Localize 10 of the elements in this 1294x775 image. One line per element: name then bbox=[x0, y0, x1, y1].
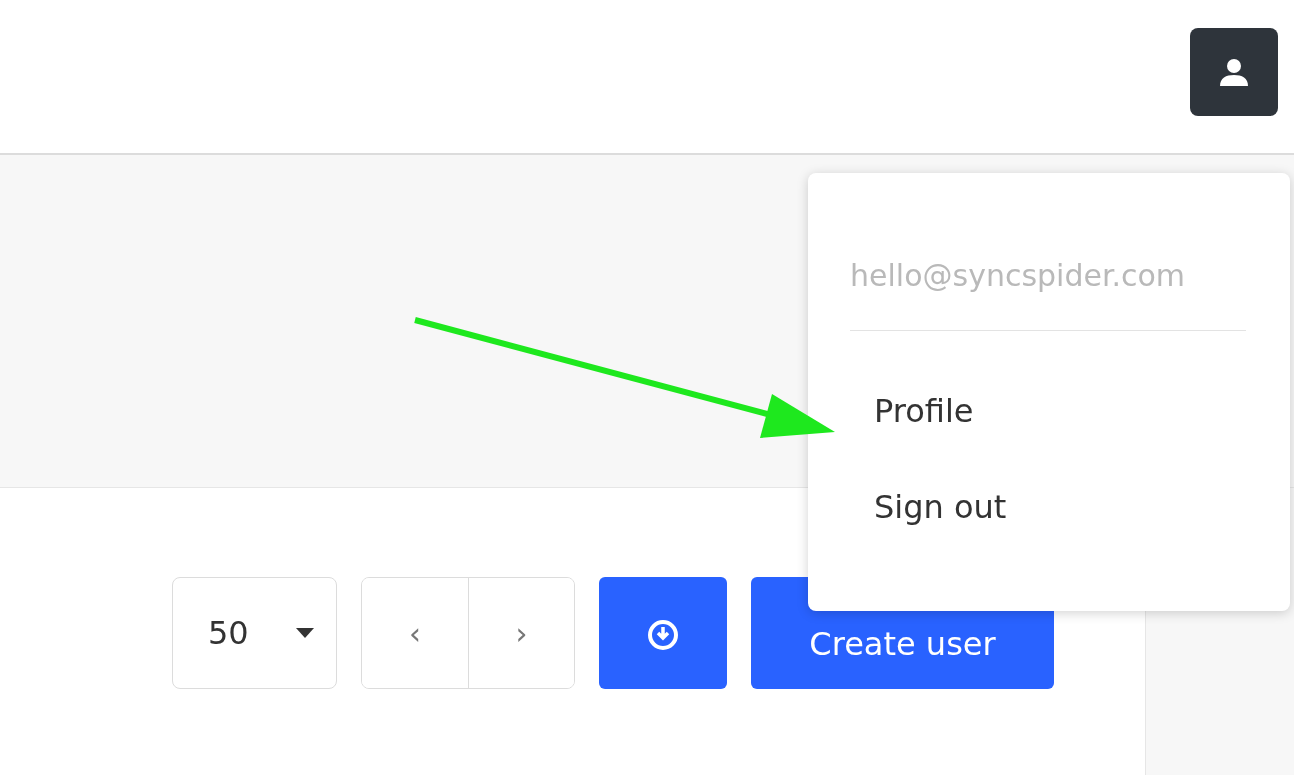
user-email: hello@syncspider.com bbox=[850, 253, 1246, 331]
next-page-button[interactable]: › bbox=[468, 578, 574, 688]
user-button[interactable] bbox=[1190, 28, 1278, 116]
caret-icon bbox=[296, 628, 314, 638]
page-size-select[interactable]: 50 bbox=[172, 577, 337, 689]
download-button[interactable] bbox=[599, 577, 727, 689]
download-icon bbox=[647, 619, 679, 651]
menu-item[interactable]: Sign out bbox=[850, 491, 1246, 523]
menu-item[interactable]: Profile bbox=[850, 395, 1246, 427]
user-icon bbox=[1218, 56, 1250, 88]
